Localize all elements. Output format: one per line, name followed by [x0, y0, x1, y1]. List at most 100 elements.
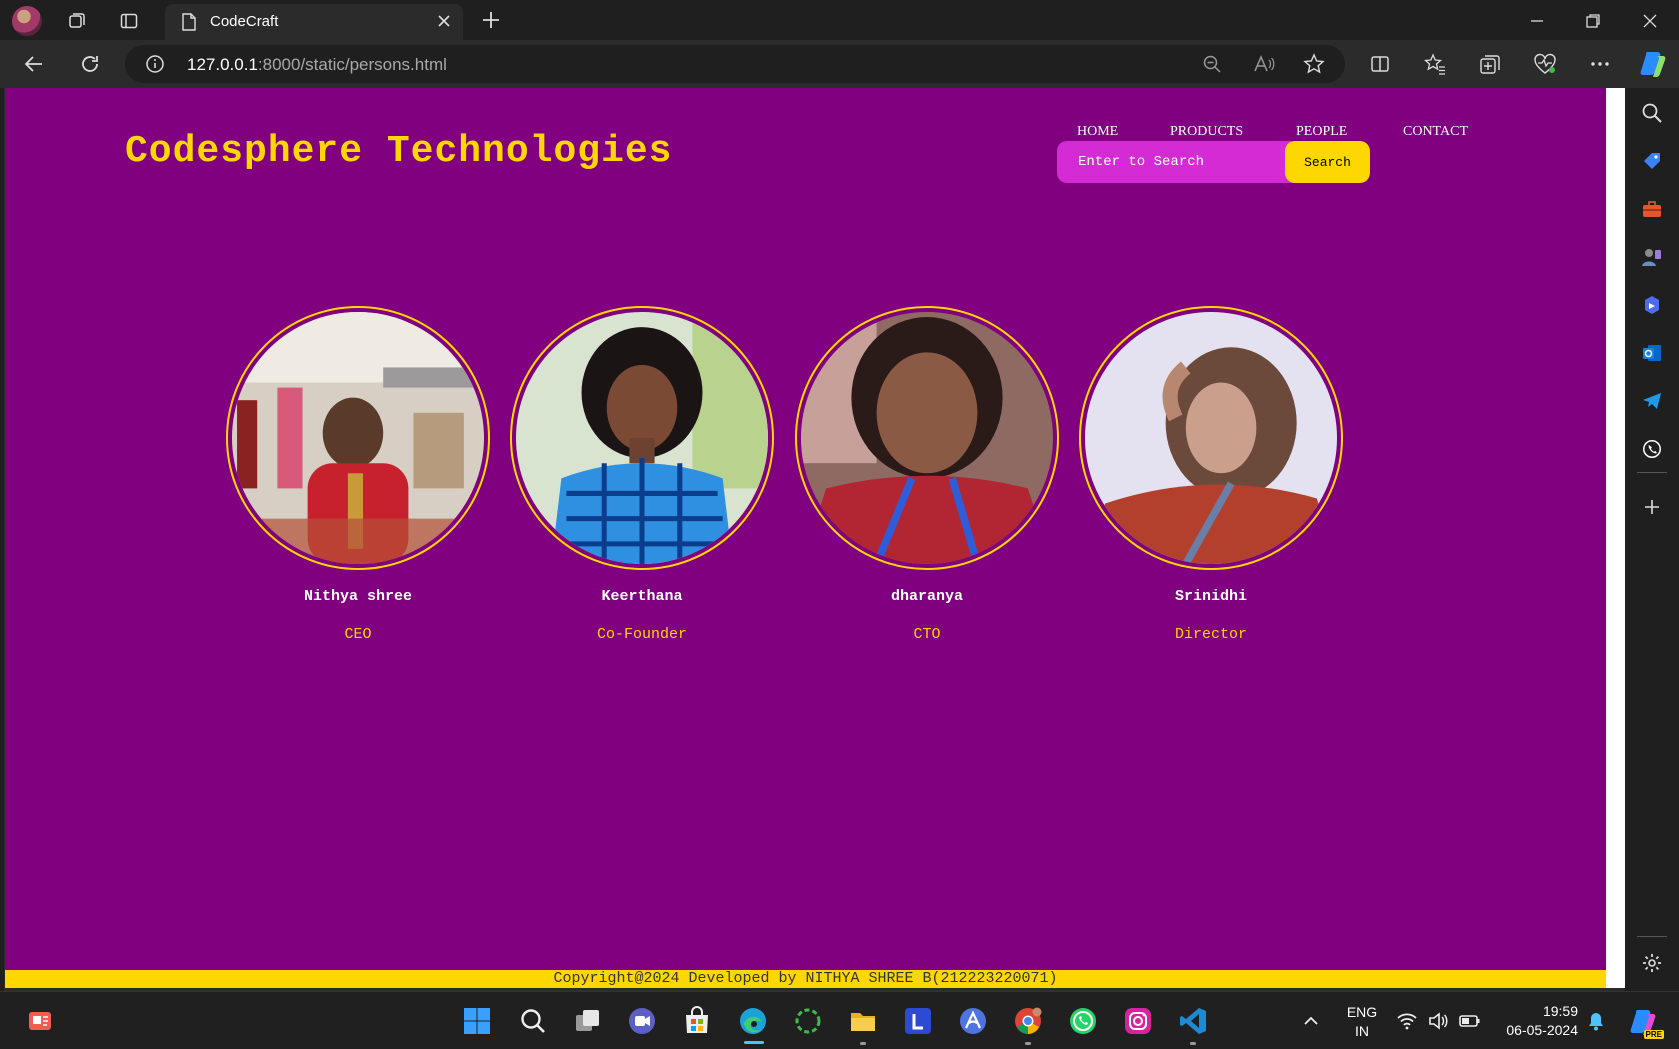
- address-host: 127.0.0.1: [187, 55, 258, 74]
- person-name: Srinidhi: [1174, 588, 1247, 605]
- clock-time: 19:59: [1542, 1003, 1578, 1019]
- back-icon[interactable]: [20, 50, 48, 78]
- person-name: Keerthana: [601, 588, 683, 605]
- browser-toolbar: 127.0.0.1:8000/static/persons.html: [0, 40, 1679, 88]
- nav-products[interactable]: PRODUCTS: [1170, 124, 1243, 140]
- collections-icon[interactable]: [1476, 50, 1504, 78]
- sidebar-divider-bottom: [1637, 936, 1667, 937]
- chrome-icon[interactable]: [1012, 1005, 1044, 1037]
- nav-home[interactable]: HOME: [1077, 124, 1118, 140]
- refresh-icon[interactable]: [76, 50, 104, 78]
- page-scrollbar[interactable]: [1606, 88, 1625, 988]
- running-indicator: [860, 1042, 866, 1045]
- language-indicator[interactable]: ENG IN: [1340, 1003, 1384, 1041]
- copilot-taskbar-icon[interactable]: PRE: [1626, 1005, 1664, 1039]
- person-photo: [226, 306, 490, 570]
- person-card: Nithya shree CEO: [226, 306, 490, 646]
- tab-actions-icon[interactable]: [116, 8, 142, 34]
- tab-title: CodeCraft: [210, 13, 279, 30]
- favorite-star-icon[interactable]: [1303, 53, 1325, 75]
- outlook-icon[interactable]: [1639, 340, 1665, 366]
- preview-badge: PRE: [1643, 1030, 1664, 1039]
- file-explorer-icon[interactable]: [847, 1005, 879, 1037]
- browser-tab[interactable]: CodeCraft: [165, 4, 463, 40]
- settings-gear-icon[interactable]: [1639, 950, 1665, 976]
- person-name: dharanya: [890, 588, 963, 605]
- address-bar[interactable]: 127.0.0.1:8000/static/persons.html: [125, 45, 1345, 83]
- widgets-icon[interactable]: [24, 1005, 56, 1037]
- windows-taskbar: ENG IN 19:59 06-05-2024 PRE: [0, 991, 1679, 1049]
- task-view-icon[interactable]: [572, 1005, 604, 1037]
- person-photo: [1079, 306, 1343, 570]
- page-footer: Copyright@2024 Developed by NITHYA SHREE…: [5, 970, 1606, 988]
- browser-essentials-icon[interactable]: [1531, 50, 1559, 78]
- workspaces-icon[interactable]: [64, 8, 90, 34]
- search-button[interactable]: Search: [1285, 141, 1370, 183]
- running-indicator: [1025, 1042, 1031, 1045]
- notifications-bell-icon[interactable]: [1580, 1005, 1612, 1037]
- m365-icon[interactable]: [1639, 292, 1665, 318]
- person-role: CEO: [344, 626, 372, 643]
- volume-icon[interactable]: [1422, 1005, 1454, 1037]
- close-tab-icon[interactable]: [435, 12, 453, 30]
- search-input[interactable]: [1057, 141, 1282, 183]
- whatsapp-icon[interactable]: [1639, 436, 1665, 462]
- sidebar-divider: [1637, 472, 1667, 473]
- show-hidden-icons-chevron-icon[interactable]: [1295, 1005, 1327, 1037]
- address-path: :8000/static/persons.html: [257, 55, 447, 74]
- edge-sidebar: [1625, 88, 1679, 991]
- person-role: CTO: [913, 626, 941, 643]
- whatsapp-taskbar-icon[interactable]: [1067, 1005, 1099, 1037]
- page-viewport: Codesphere Technologies HOME PRODUCTS PE…: [4, 88, 1625, 991]
- wifi-icon[interactable]: [1391, 1005, 1423, 1037]
- more-options-icon[interactable]: [1586, 50, 1614, 78]
- loading-app-icon[interactable]: [792, 1005, 824, 1037]
- shopping-tag-icon[interactable]: [1639, 148, 1665, 174]
- instagram-icon[interactable]: [1122, 1005, 1154, 1037]
- store-icon[interactable]: [681, 1005, 713, 1037]
- nav-contact[interactable]: CONTACT: [1403, 124, 1468, 140]
- person-photo: [510, 306, 774, 570]
- edge-icon[interactable]: [737, 1005, 769, 1037]
- active-app-indicator: [744, 1041, 764, 1044]
- person-card: Srinidhi Director: [1079, 306, 1343, 646]
- teams-chat-icon[interactable]: [626, 1005, 658, 1037]
- search-taskbar-icon[interactable]: [517, 1005, 549, 1037]
- restore-icon[interactable]: [1580, 8, 1606, 34]
- read-aloud-icon[interactable]: [1253, 54, 1275, 74]
- copilot-icon[interactable]: [1638, 47, 1670, 79]
- tools-briefcase-icon[interactable]: [1639, 196, 1665, 222]
- games-icon[interactable]: [1639, 244, 1665, 270]
- person-name: Nithya shree: [303, 588, 413, 605]
- vscode-icon[interactable]: [1177, 1005, 1209, 1037]
- address-url[interactable]: 127.0.0.1:8000/static/persons.html: [187, 55, 447, 75]
- add-sidebar-app-icon[interactable]: [1639, 494, 1665, 520]
- favorites-icon[interactable]: [1421, 50, 1449, 78]
- close-window-icon[interactable]: [1637, 8, 1663, 34]
- split-screen-icon[interactable]: [1366, 50, 1394, 78]
- start-icon[interactable]: [461, 1005, 493, 1037]
- person-card: Keerthana Co-Founder: [510, 306, 774, 646]
- search-icon[interactable]: [1639, 100, 1665, 126]
- zoom-out-icon[interactable]: [1202, 54, 1222, 74]
- person-role: Co-Founder: [596, 626, 687, 643]
- profile-avatar[interactable]: [12, 6, 42, 36]
- web-page: Codesphere Technologies HOME PRODUCTS PE…: [5, 88, 1606, 988]
- site-info-icon[interactable]: [145, 54, 165, 74]
- new-tab-icon[interactable]: [478, 7, 504, 33]
- page-icon: [182, 13, 196, 31]
- person-card: dharanya CTO: [795, 306, 1059, 646]
- send-icon[interactable]: [1639, 388, 1665, 414]
- person-photo: [795, 306, 1059, 570]
- arc-app-icon[interactable]: [957, 1005, 989, 1037]
- clock-date: 06-05-2024: [1506, 1022, 1578, 1038]
- running-indicator: [1190, 1042, 1196, 1045]
- battery-icon[interactable]: [1454, 1005, 1486, 1037]
- minimize-icon[interactable]: [1524, 8, 1550, 34]
- l-app-icon[interactable]: [902, 1005, 934, 1037]
- person-role: Director: [1174, 626, 1247, 643]
- nav-people[interactable]: PEOPLE: [1296, 124, 1347, 140]
- site-brand-title: Codesphere Technologies: [125, 130, 673, 173]
- clock[interactable]: 19:59 06-05-2024: [1494, 1002, 1578, 1040]
- language-code: ENG: [1346, 1004, 1378, 1020]
